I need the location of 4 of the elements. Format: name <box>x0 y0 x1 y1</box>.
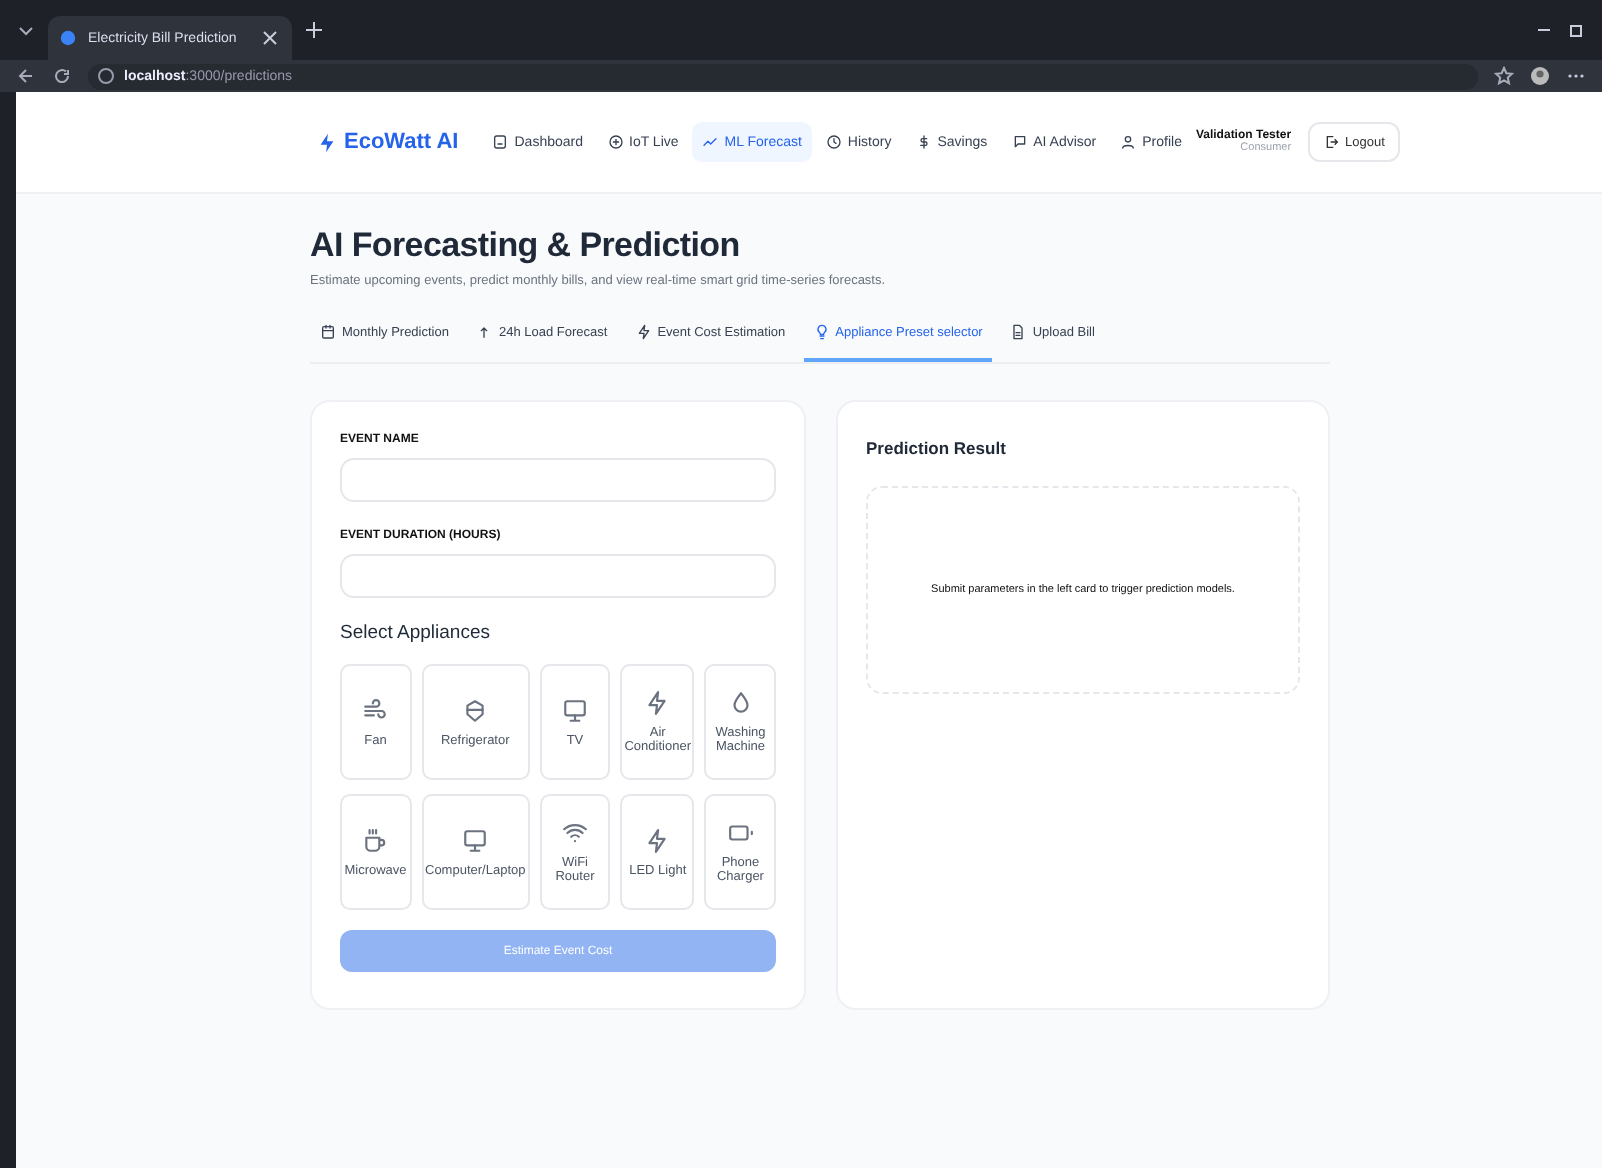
section-heading: Select Appliances <box>340 622 492 644</box>
page-title: AI Forecasting & Prediction <box>310 226 742 266</box>
card-title: Prediction Result <box>866 438 1008 458</box>
brand-name[interactable]: EcoWatt AI <box>344 130 459 154</box>
